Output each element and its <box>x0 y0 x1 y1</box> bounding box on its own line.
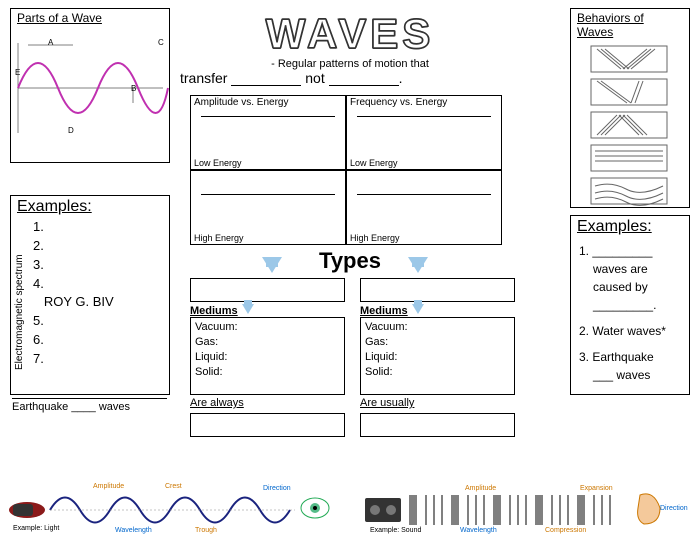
ex-left-1[interactable]: 1. <box>33 218 169 237</box>
svg-text:B: B <box>131 84 136 93</box>
direction-label: Direction <box>263 485 291 492</box>
ex-left-5[interactable]: 5. <box>33 312 169 331</box>
examples-header-right: Examples: <box>571 216 689 238</box>
mediums-header-left: Mediums <box>190 305 238 317</box>
longitudinal-wave-illustration: Amplitude Expansion Direction Example: S… <box>360 480 690 535</box>
amplitude-label: Amplitude <box>93 483 124 490</box>
direction-label-r: Direction <box>660 505 688 512</box>
blank-transfer[interactable] <box>231 74 301 86</box>
behaviors-box: Behaviors of Waves <box>570 8 690 208</box>
example-light-label: Example: Light <box>13 525 59 532</box>
svg-text:D: D <box>68 126 74 135</box>
examples-left-box: Examples: 1. 2. 3. 4. ROY G. BIV 5. 6. 7… <box>10 195 170 395</box>
wave-diagram: A C E D B <box>13 33 169 153</box>
arrow-down-icon <box>242 304 254 314</box>
earthquake-left[interactable]: Earthquake ____ waves <box>12 398 167 418</box>
ex-right-2: 2. Water waves* <box>579 322 681 340</box>
wavelength-label-r: Wavelength <box>460 527 497 534</box>
blank-not[interactable] <box>329 74 399 86</box>
crest-label: Crest <box>165 483 182 490</box>
ex-left-6[interactable]: 6. <box>33 331 169 350</box>
energy-grid: Amplitude vs. Energy Low Energy Frequenc… <box>190 95 502 245</box>
type-branch-left: Mediums Vacuum: Gas: Liquid: Solid: Are … <box>190 278 345 437</box>
behaviors-header: Behaviors of Waves <box>577 11 683 39</box>
parts-header: Parts of a Wave <box>17 11 163 25</box>
mediums-box-left[interactable]: Vacuum: Gas: Liquid: Solid: <box>190 317 345 395</box>
em-spectrum-label: Electromagnetic spectrum <box>14 230 25 370</box>
are-always-input[interactable] <box>190 413 345 437</box>
example-sound-label: Example: Sound <box>370 527 421 534</box>
mediums-box-right[interactable]: Vacuum: Gas: Liquid: Solid: <box>360 317 515 395</box>
are-always-label: Are always <box>190 397 345 409</box>
ex-left-7[interactable]: 7. <box>33 350 169 369</box>
ex-left-3[interactable]: 3. <box>33 256 169 275</box>
frequency-high-cell[interactable]: High Energy <box>346 170 502 245</box>
amplitude-high-cell[interactable]: High Energy <box>190 170 346 245</box>
type-left-title-input[interactable] <box>190 278 345 302</box>
roy-g-biv: ROY G. BIV <box>33 293 169 312</box>
amplitude-label-r: Amplitude <box>465 485 496 492</box>
are-usually-label: Are usually <box>360 397 515 409</box>
type-branch-right: Mediums Vacuum: Gas: Liquid: Solid: Are … <box>360 278 515 437</box>
ex-right-1[interactable]: 1. _________ <box>579 242 681 260</box>
svg-text:E: E <box>15 68 20 77</box>
trough-label: Trough <box>195 527 217 534</box>
ex-left-4[interactable]: 4. <box>33 275 169 294</box>
type-right-title-input[interactable] <box>360 278 515 302</box>
examples-right-box: Examples: 1. _________ waves are caused … <box>570 215 690 395</box>
compression-label: Compression <box>545 527 586 534</box>
svg-text:A: A <box>48 38 54 47</box>
wavelength-label-l: Wavelength <box>115 527 152 534</box>
examples-header-left: Examples: <box>11 196 169 218</box>
amplitude-low-cell[interactable]: Amplitude vs. Energy Low Energy <box>190 95 346 170</box>
transverse-wave-illustration: Amplitude Crest Direction Example: Light… <box>5 480 335 535</box>
mediums-header-right: Mediums <box>360 305 408 317</box>
parts-of-wave-box: Parts of a Wave A C E D B <box>10 8 170 163</box>
are-usually-input[interactable] <box>360 413 515 437</box>
behaviors-diagrams <box>571 41 687 211</box>
svg-text:C: C <box>158 38 164 47</box>
frequency-low-cell[interactable]: Frequency vs. Energy Low Energy <box>346 95 502 170</box>
expansion-label: Expansion <box>580 485 613 492</box>
ex-right-3: 3. Earthquake <box>579 348 681 366</box>
arrow-down-icon <box>412 304 424 314</box>
ex-left-2[interactable]: 2. <box>33 237 169 256</box>
